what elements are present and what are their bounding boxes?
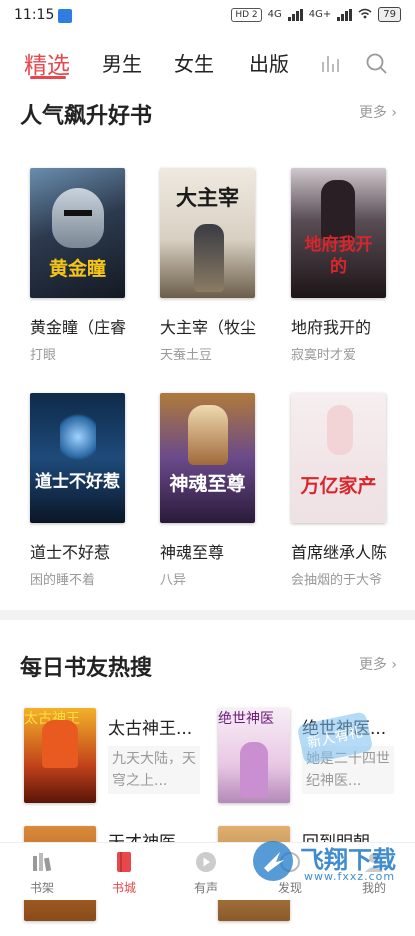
tab-publishing[interactable]: 出版 [249, 48, 289, 77]
signal-icon [287, 8, 303, 21]
book-title: 道士不好惹 [30, 543, 111, 562]
tab-featured[interactable]: 精选 [24, 46, 70, 80]
book-author: 困的睡不着 [30, 573, 96, 588]
status-indicators: HD 2 4G 4G+ 79 [231, 7, 401, 22]
network-4g-label: 4G [267, 9, 282, 20]
book-title: 大主宰（牧尘 [160, 318, 257, 337]
network-4gplus-label: 4G+ [308, 9, 332, 20]
book-cover[interactable]: 大主宰 [160, 168, 255, 298]
book-cover[interactable]: 绝世神医 [218, 708, 290, 803]
book-cover[interactable]: 万亿家产 [291, 393, 386, 523]
book-title: 地府我开的 [291, 318, 372, 337]
tab-female[interactable]: 女生 [174, 48, 214, 77]
hd-sim-icon: HD 2 [231, 7, 262, 22]
book-cover[interactable]: 黄金瞳 [30, 168, 125, 298]
cover-title-text: 万亿家产 [300, 475, 377, 497]
book-title: 神魂至尊 [160, 543, 225, 562]
watermark-url: www.fxxz.com [304, 870, 396, 883]
site-watermark: 飞翔下载 www.fxxz.com [250, 836, 410, 886]
bookshelf-icon [12, 851, 72, 877]
cover-title-text: 大主宰 [176, 185, 239, 210]
book-author: 会抽烟的于大爷 [291, 573, 383, 588]
book-title: 首席继承人陈 [291, 543, 388, 562]
hot-book-item[interactable]: 绝世神医 绝世神医... 她是二十四世纪神医... 新人有礼 [218, 708, 398, 818]
section-divider [0, 610, 415, 620]
cover-title-text: 神魂至尊 [169, 473, 246, 495]
popular-more-link[interactable]: 更多 › [359, 102, 397, 122]
book-title: 黄金瞳（庄睿 [30, 318, 127, 337]
signal-icon-2 [337, 8, 353, 21]
nav-label: 书城 [111, 881, 136, 895]
battery-indicator: 79 [378, 7, 401, 22]
cover-title-text: 道士不好惹 [35, 472, 120, 492]
status-bar: 11:15 HD 2 4G 4G+ 79 [0, 0, 415, 32]
nav-bookshelf[interactable]: 书架 [12, 843, 72, 901]
book-cover[interactable]: 太古神王 [24, 708, 96, 803]
hot-book-item[interactable]: 太古神王 太古神王... 九天大陆，天穹之上... [24, 708, 204, 818]
wifi-icon [358, 8, 372, 22]
notification-app-icon [58, 9, 72, 23]
active-tab-indicator [30, 76, 66, 79]
tab-male[interactable]: 男生 [102, 48, 142, 77]
hot-search-section-title: 每日书友热搜 [20, 655, 153, 681]
book-description: 九天大陆，天穹之上... [108, 746, 200, 794]
bookstore-icon [94, 851, 154, 877]
category-tabs: 精选 男生 女生 出版 [0, 42, 415, 86]
book-author: 寂寞时才爱 [291, 348, 357, 363]
hot-search-more-link[interactable]: 更多 › [359, 654, 397, 674]
book-cover[interactable]: 地府我开的 [291, 168, 386, 298]
book-author: 天蚕土豆 [160, 348, 213, 363]
search-icon[interactable] [365, 52, 389, 80]
book-title: 太古神王... [108, 719, 193, 739]
nav-label: 书架 [29, 881, 54, 895]
cover-title-text: 地府我开的 [304, 235, 373, 277]
watermark-logo-icon [253, 841, 293, 881]
book-cover[interactable]: 神魂至尊 [160, 393, 255, 523]
status-time: 11:15 [14, 7, 55, 23]
nav-label: 有声 [193, 881, 218, 895]
cover-title-text: 绝世神医 [218, 711, 274, 727]
ranking-icon[interactable] [320, 52, 342, 78]
nav-audio[interactable]: 有声 [176, 843, 236, 901]
cover-title-text: 黄金瞳 [48, 258, 106, 280]
nav-bookstore[interactable]: 书城 [94, 843, 154, 901]
book-cover[interactable]: 道士不好惹 [30, 393, 125, 523]
book-author: 打眼 [30, 348, 57, 363]
play-circle-icon [176, 851, 236, 877]
book-author: 八异 [160, 573, 187, 588]
popular-section-title: 人气飙升好书 [20, 103, 153, 129]
